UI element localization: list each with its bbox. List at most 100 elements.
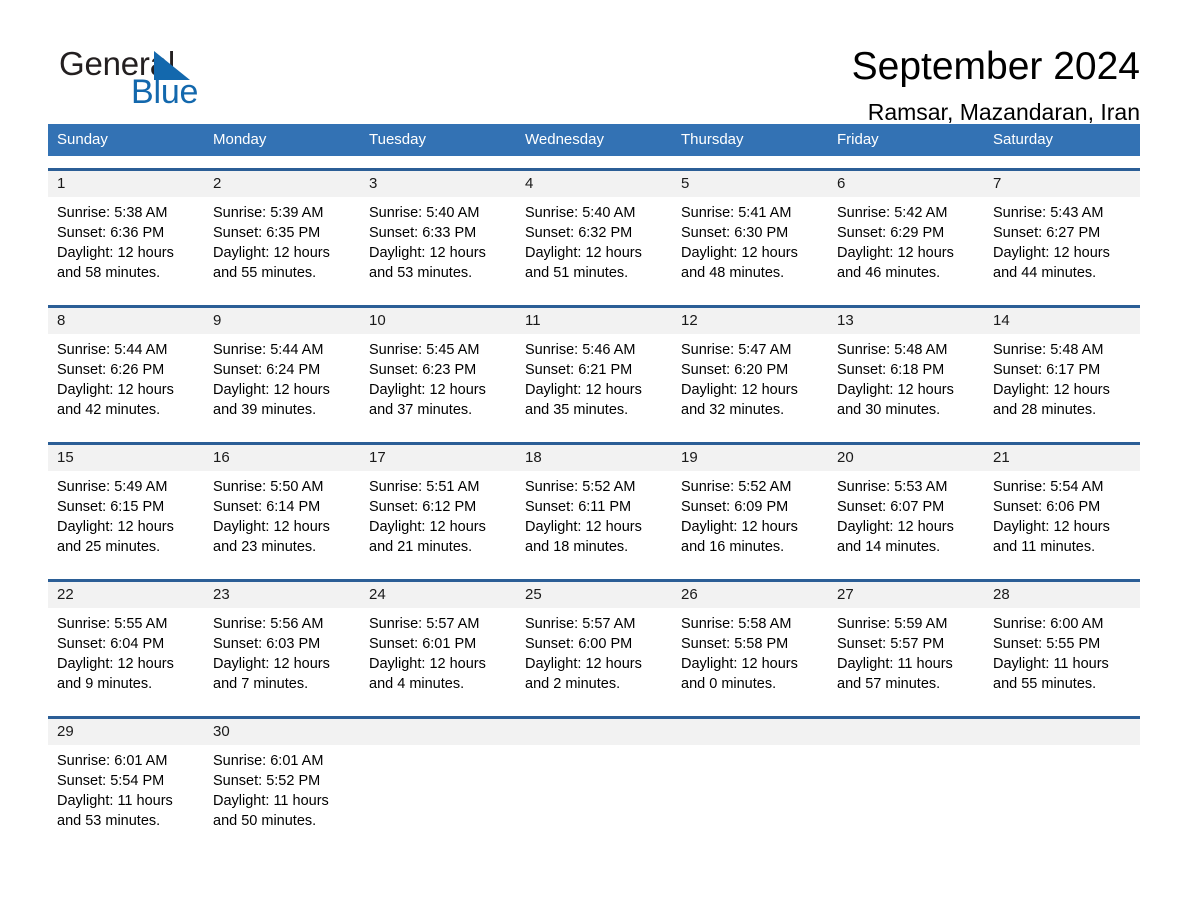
day-number[interactable]: 6 — [828, 171, 984, 197]
sunrise-text: Sunrise: 5:49 AM — [57, 479, 168, 495]
day-number[interactable]: 1 — [48, 171, 204, 197]
day-number[interactable]: 5 — [672, 171, 828, 197]
day-cell[interactable]: Sunrise: 6:00 AM Sunset: 5:55 PM Dayligh… — [984, 614, 1140, 704]
day-number[interactable]: 4 — [516, 171, 672, 197]
day-cell[interactable]: Sunrise: 5:52 AM Sunset: 6:09 PM Dayligh… — [672, 477, 828, 567]
page-title: September 2024 — [851, 45, 1140, 88]
day-number[interactable]: 2 — [204, 171, 360, 197]
daylight-text-line2: and 53 minutes. — [57, 813, 161, 829]
day-number[interactable]: 12 — [672, 308, 828, 334]
day-cell[interactable]: Sunrise: 5:51 AM Sunset: 6:12 PM Dayligh… — [360, 477, 516, 567]
day-cell[interactable]: Sunrise: 5:38 AM Sunset: 6:36 PM Dayligh… — [48, 203, 204, 293]
day-number[interactable]: 8 — [48, 308, 204, 334]
daylight-text-line2: and 48 minutes. — [681, 265, 785, 281]
day-number[interactable]: 23 — [204, 582, 360, 608]
day-number[interactable]: 10 — [360, 308, 516, 334]
sunset-text: Sunset: 6:36 PM — [57, 225, 165, 241]
weekday-header-saturday: Saturday — [993, 131, 1054, 148]
day-cell[interactable]: Sunrise: 5:57 AM Sunset: 6:01 PM Dayligh… — [360, 614, 516, 704]
day-cell[interactable]: Sunrise: 5:39 AM Sunset: 6:35 PM Dayligh… — [204, 203, 360, 293]
sunrise-text: Sunrise: 5:40 AM — [369, 205, 480, 221]
day-cell-empty — [984, 751, 1140, 841]
daylight-text-line1: Daylight: 12 hours — [837, 245, 954, 261]
sunrise-text: Sunrise: 5:45 AM — [369, 342, 480, 358]
daylight-text-line1: Daylight: 12 hours — [213, 656, 330, 672]
daylight-text-line1: Daylight: 12 hours — [57, 382, 174, 398]
day-number-band: 29 30 — [48, 719, 1140, 745]
daylight-text-line2: and 28 minutes. — [993, 402, 1097, 418]
day-cell[interactable]: Sunrise: 5:42 AM Sunset: 6:29 PM Dayligh… — [828, 203, 984, 293]
daylight-text-line1: Daylight: 12 hours — [57, 656, 174, 672]
day-number[interactable]: 17 — [360, 445, 516, 471]
day-cell[interactable]: Sunrise: 5:53 AM Sunset: 6:07 PM Dayligh… — [828, 477, 984, 567]
day-number-empty — [360, 719, 516, 745]
day-number[interactable]: 7 — [984, 171, 1140, 197]
day-cell[interactable]: Sunrise: 5:44 AM Sunset: 6:26 PM Dayligh… — [48, 340, 204, 430]
day-number[interactable]: 15 — [48, 445, 204, 471]
sunrise-text: Sunrise: 5:48 AM — [837, 342, 948, 358]
sunset-text: Sunset: 5:55 PM — [993, 636, 1101, 652]
day-cell[interactable]: Sunrise: 5:58 AM Sunset: 5:58 PM Dayligh… — [672, 614, 828, 704]
day-cell[interactable]: Sunrise: 5:40 AM Sunset: 6:33 PM Dayligh… — [360, 203, 516, 293]
day-cell[interactable]: Sunrise: 5:55 AM Sunset: 6:04 PM Dayligh… — [48, 614, 204, 704]
day-number[interactable]: 26 — [672, 582, 828, 608]
day-number[interactable]: 24 — [360, 582, 516, 608]
sunrise-text: Sunrise: 5:54 AM — [993, 479, 1104, 495]
day-cell[interactable]: Sunrise: 5:57 AM Sunset: 6:00 PM Dayligh… — [516, 614, 672, 704]
sunrise-text: Sunrise: 5:59 AM — [837, 616, 948, 632]
day-cell[interactable]: Sunrise: 5:59 AM Sunset: 5:57 PM Dayligh… — [828, 614, 984, 704]
sunset-text: Sunset: 6:07 PM — [837, 499, 945, 515]
general-blue-logo[interactable]: General Blue — [48, 42, 248, 114]
daylight-text-line1: Daylight: 12 hours — [213, 245, 330, 261]
day-cell[interactable]: Sunrise: 5:45 AM Sunset: 6:23 PM Dayligh… — [360, 340, 516, 430]
daylight-text-line1: Daylight: 12 hours — [57, 519, 174, 535]
day-number[interactable]: 28 — [984, 582, 1140, 608]
day-cell[interactable]: Sunrise: 5:48 AM Sunset: 6:17 PM Dayligh… — [984, 340, 1140, 430]
daylight-text-line1: Daylight: 12 hours — [681, 245, 798, 261]
day-cell[interactable]: Sunrise: 5:52 AM Sunset: 6:11 PM Dayligh… — [516, 477, 672, 567]
sunrise-text: Sunrise: 6:00 AM — [993, 616, 1104, 632]
day-number-band: 1 2 3 4 5 6 7 — [48, 171, 1140, 197]
day-number[interactable]: 30 — [204, 719, 360, 745]
sunset-text: Sunset: 5:57 PM — [837, 636, 945, 652]
day-number[interactable]: 27 — [828, 582, 984, 608]
day-cell[interactable]: Sunrise: 5:41 AM Sunset: 6:30 PM Dayligh… — [672, 203, 828, 293]
day-cell[interactable]: Sunrise: 5:54 AM Sunset: 6:06 PM Dayligh… — [984, 477, 1140, 567]
day-cell[interactable]: Sunrise: 6:01 AM Sunset: 5:52 PM Dayligh… — [204, 751, 360, 841]
day-cell[interactable]: Sunrise: 5:47 AM Sunset: 6:20 PM Dayligh… — [672, 340, 828, 430]
daylight-text-line1: Daylight: 11 hours — [213, 793, 329, 809]
week-row: 22 23 24 25 26 27 28 Sunrise: 5:55 AM Su… — [48, 579, 1140, 704]
day-cell[interactable]: Sunrise: 5:49 AM Sunset: 6:15 PM Dayligh… — [48, 477, 204, 567]
day-number[interactable]: 13 — [828, 308, 984, 334]
sunrise-text: Sunrise: 5:39 AM — [213, 205, 324, 221]
daylight-text-line1: Daylight: 12 hours — [369, 245, 486, 261]
daylight-text-line2: and 35 minutes. — [525, 402, 629, 418]
daylight-text-line1: Daylight: 12 hours — [681, 656, 798, 672]
day-cell[interactable]: Sunrise: 5:40 AM Sunset: 6:32 PM Dayligh… — [516, 203, 672, 293]
sunrise-text: Sunrise: 5:44 AM — [57, 342, 168, 358]
day-number[interactable]: 9 — [204, 308, 360, 334]
sunset-text: Sunset: 6:32 PM — [525, 225, 633, 241]
day-cell[interactable]: Sunrise: 5:48 AM Sunset: 6:18 PM Dayligh… — [828, 340, 984, 430]
day-number[interactable]: 19 — [672, 445, 828, 471]
day-cell[interactable]: Sunrise: 5:44 AM Sunset: 6:24 PM Dayligh… — [204, 340, 360, 430]
day-cell[interactable]: Sunrise: 5:46 AM Sunset: 6:21 PM Dayligh… — [516, 340, 672, 430]
day-number[interactable]: 3 — [360, 171, 516, 197]
sunset-text: Sunset: 6:03 PM — [213, 636, 321, 652]
sunset-text: Sunset: 5:52 PM — [213, 773, 321, 789]
daylight-text-line2: and 4 minutes. — [369, 676, 465, 692]
day-number[interactable]: 25 — [516, 582, 672, 608]
day-number[interactable]: 29 — [48, 719, 204, 745]
day-number[interactable]: 14 — [984, 308, 1140, 334]
day-number[interactable]: 16 — [204, 445, 360, 471]
day-cell[interactable]: Sunrise: 5:43 AM Sunset: 6:27 PM Dayligh… — [984, 203, 1140, 293]
day-number[interactable]: 18 — [516, 445, 672, 471]
day-cell[interactable]: Sunrise: 5:50 AM Sunset: 6:14 PM Dayligh… — [204, 477, 360, 567]
day-cell[interactable]: Sunrise: 5:56 AM Sunset: 6:03 PM Dayligh… — [204, 614, 360, 704]
day-number[interactable]: 21 — [984, 445, 1140, 471]
day-cell[interactable]: Sunrise: 6:01 AM Sunset: 5:54 PM Dayligh… — [48, 751, 204, 841]
day-number[interactable]: 22 — [48, 582, 204, 608]
day-number[interactable]: 20 — [828, 445, 984, 471]
sunrise-text: Sunrise: 6:01 AM — [57, 753, 168, 769]
day-number[interactable]: 11 — [516, 308, 672, 334]
